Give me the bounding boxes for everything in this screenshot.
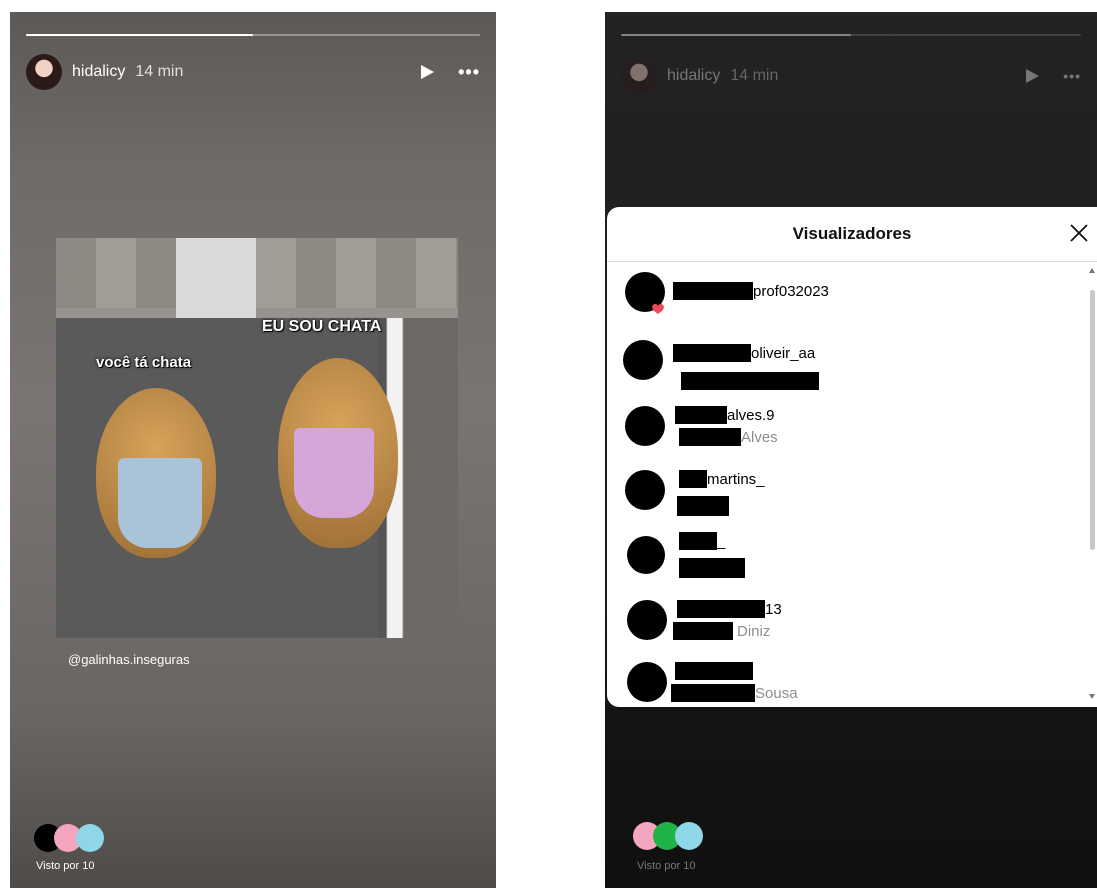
viewers-list[interactable]: prof032023 oliveir_aa alves.9 Alves mart… bbox=[607, 262, 1087, 707]
viewer-avatar bbox=[76, 824, 104, 852]
modal-header: Visualizadores bbox=[607, 207, 1097, 262]
play-icon[interactable] bbox=[418, 63, 436, 81]
viewer-avatar[interactable] bbox=[625, 406, 665, 446]
story-header: hidalicy 14 min ••• bbox=[621, 56, 1081, 96]
viewer-name: Alves bbox=[741, 428, 778, 446]
viewer-avatar[interactable] bbox=[623, 340, 663, 380]
viewer-handle: alves.9 bbox=[727, 406, 775, 424]
play-icon[interactable] bbox=[1023, 67, 1041, 85]
story-post-image: você tá chata EU SOU CHATA bbox=[56, 238, 458, 638]
story-time: 14 min bbox=[135, 63, 184, 80]
list-item[interactable]: oliveir_aa bbox=[607, 328, 1087, 392]
seen-by-count[interactable]: Visto por 10 bbox=[637, 860, 696, 872]
scrollbar[interactable] bbox=[1087, 262, 1097, 707]
more-options-icon[interactable]: ••• bbox=[1063, 69, 1081, 83]
scrollbar-thumb[interactable] bbox=[1090, 290, 1095, 550]
story-progress-bar bbox=[621, 34, 1081, 36]
post-credit: @galinhas.inseguras bbox=[68, 652, 190, 667]
viewer-avatar[interactable] bbox=[627, 662, 667, 702]
list-item[interactable]: prof032023 bbox=[607, 264, 1087, 328]
viewer-name: Sousa bbox=[755, 684, 798, 702]
story-username[interactable]: hidalicy bbox=[72, 63, 125, 81]
viewer-handle: 13 bbox=[765, 600, 782, 618]
list-item[interactable]: _ bbox=[607, 526, 1087, 590]
list-item[interactable]: alves.9 Alves bbox=[607, 398, 1087, 462]
story-username[interactable]: hidalicy bbox=[667, 67, 720, 85]
list-item[interactable]: martins_ bbox=[607, 462, 1087, 526]
user-avatar[interactable] bbox=[26, 54, 62, 90]
viewer-avatars[interactable] bbox=[633, 822, 713, 852]
user-avatar[interactable] bbox=[621, 58, 657, 94]
viewer-avatar[interactable] bbox=[627, 536, 665, 574]
heart-icon bbox=[652, 303, 664, 314]
story-header: hidalicy 14 min ••• bbox=[26, 52, 480, 92]
viewer-avatar[interactable] bbox=[625, 470, 665, 510]
post-caption-right: EU SOU CHATA bbox=[262, 318, 382, 335]
story-viewer-left: hidalicy 14 min ••• você tá chata EU SOU… bbox=[10, 12, 496, 888]
list-item[interactable]: 13 Diniz bbox=[607, 592, 1087, 656]
modal-title: Visualizadores bbox=[792, 224, 912, 243]
viewer-handle: _ bbox=[717, 532, 726, 550]
scroll-down-arrow[interactable] bbox=[1089, 694, 1095, 699]
scroll-up-arrow[interactable] bbox=[1089, 268, 1095, 273]
more-options-icon[interactable]: ••• bbox=[458, 63, 480, 81]
viewer-avatar bbox=[675, 822, 703, 850]
viewer-handle: martins_ bbox=[707, 470, 765, 488]
list-item[interactable]: Sousa bbox=[607, 656, 1087, 707]
viewer-avatar[interactable] bbox=[627, 600, 667, 640]
story-time: 14 min bbox=[730, 67, 779, 84]
post-caption-left: você tá chata bbox=[96, 354, 192, 371]
viewer-handle: oliveir_aa bbox=[751, 344, 816, 362]
close-icon[interactable] bbox=[1067, 221, 1091, 245]
viewer-name: Diniz bbox=[737, 622, 771, 640]
viewers-modal: Visualizadores prof032023 oliveir_aa alv… bbox=[607, 207, 1097, 707]
viewer-handle: prof032023 bbox=[753, 282, 829, 300]
viewer-avatars[interactable] bbox=[34, 824, 114, 854]
seen-by-count[interactable]: Visto por 10 bbox=[36, 860, 95, 872]
story-progress-bar bbox=[26, 34, 480, 36]
